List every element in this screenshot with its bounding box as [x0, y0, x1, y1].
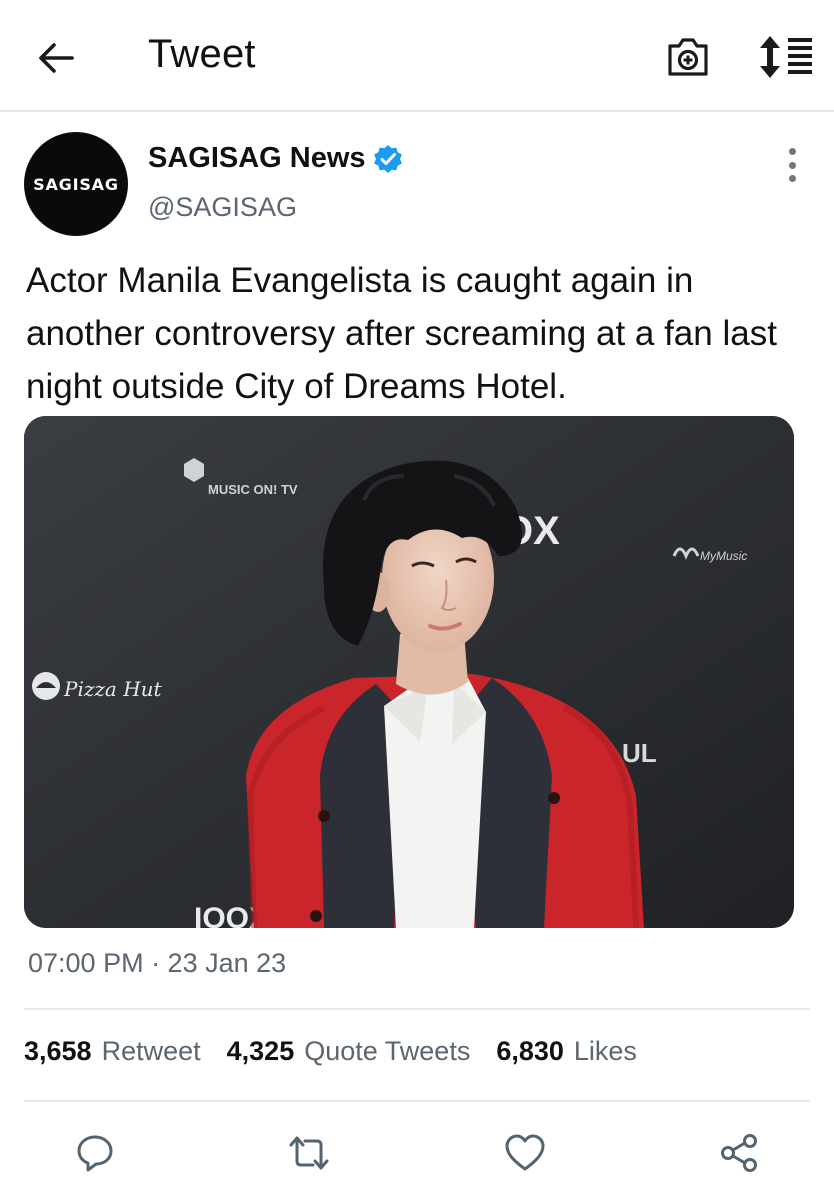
- reply-icon[interactable]: [72, 1130, 118, 1176]
- backdrop-text-ul: UL: [622, 738, 657, 768]
- tweet-timestamp: 07:00 PM · 23 Jan 23: [28, 948, 287, 978]
- quote-tweets-count: 4,325: [226, 1036, 295, 1066]
- author-handle[interactable]: @SAGISAG: [148, 192, 297, 223]
- divider: [24, 1008, 810, 1010]
- retweet-count: 3,658: [24, 1036, 92, 1066]
- share-icon[interactable]: [716, 1130, 762, 1176]
- backdrop-logo-pizza-hut: Pizza Hut: [32, 672, 163, 701]
- svg-text:MUSIC ON! TV: MUSIC ON! TV: [208, 482, 298, 497]
- retweet-label: Retweet: [101, 1036, 201, 1066]
- quote-tweets-label: Quote Tweets: [304, 1036, 471, 1066]
- tweet-image[interactable]: MUSIC ON! TV MyMusic Pizza Hut OX UL IOO…: [24, 416, 794, 928]
- svg-text:MyMusic: MyMusic: [700, 549, 747, 563]
- more-options-icon[interactable]: [780, 148, 804, 182]
- author-display-name[interactable]: SAGISAG News: [148, 142, 366, 175]
- author-name-row: SAGISAG News: [148, 142, 403, 175]
- back-arrow-icon[interactable]: [30, 34, 82, 82]
- engagement-stats: 3,658 Retweet 4,325 Quote Tweets 6,830 L…: [24, 1036, 663, 1067]
- retweet-icon[interactable]: [286, 1130, 332, 1176]
- top-app-bar: Tweet: [0, 0, 834, 112]
- retweet-stat[interactable]: 3,658 Retweet: [24, 1036, 201, 1067]
- sort-icon[interactable]: [758, 34, 814, 80]
- likes-count: 6,830: [496, 1036, 564, 1066]
- divider: [24, 1100, 810, 1102]
- page-title: Tweet: [148, 32, 256, 76]
- avatar[interactable]: SAGISAG: [24, 132, 128, 236]
- likes-stat[interactable]: 6,830 Likes: [496, 1036, 637, 1067]
- camera-plus-icon[interactable]: [664, 34, 712, 80]
- quote-tweets-stat[interactable]: 4,325 Quote Tweets: [227, 1036, 471, 1067]
- verified-badge-icon: [373, 144, 402, 173]
- tweet-text: Actor Manila Evangelista is caught again…: [26, 261, 777, 406]
- like-icon[interactable]: [502, 1130, 548, 1176]
- svg-text:Pizza Hut: Pizza Hut: [63, 677, 163, 701]
- likes-label: Likes: [573, 1036, 637, 1066]
- action-bar: [0, 1120, 834, 1184]
- avatar-logo-text: SAGISAG: [33, 174, 119, 194]
